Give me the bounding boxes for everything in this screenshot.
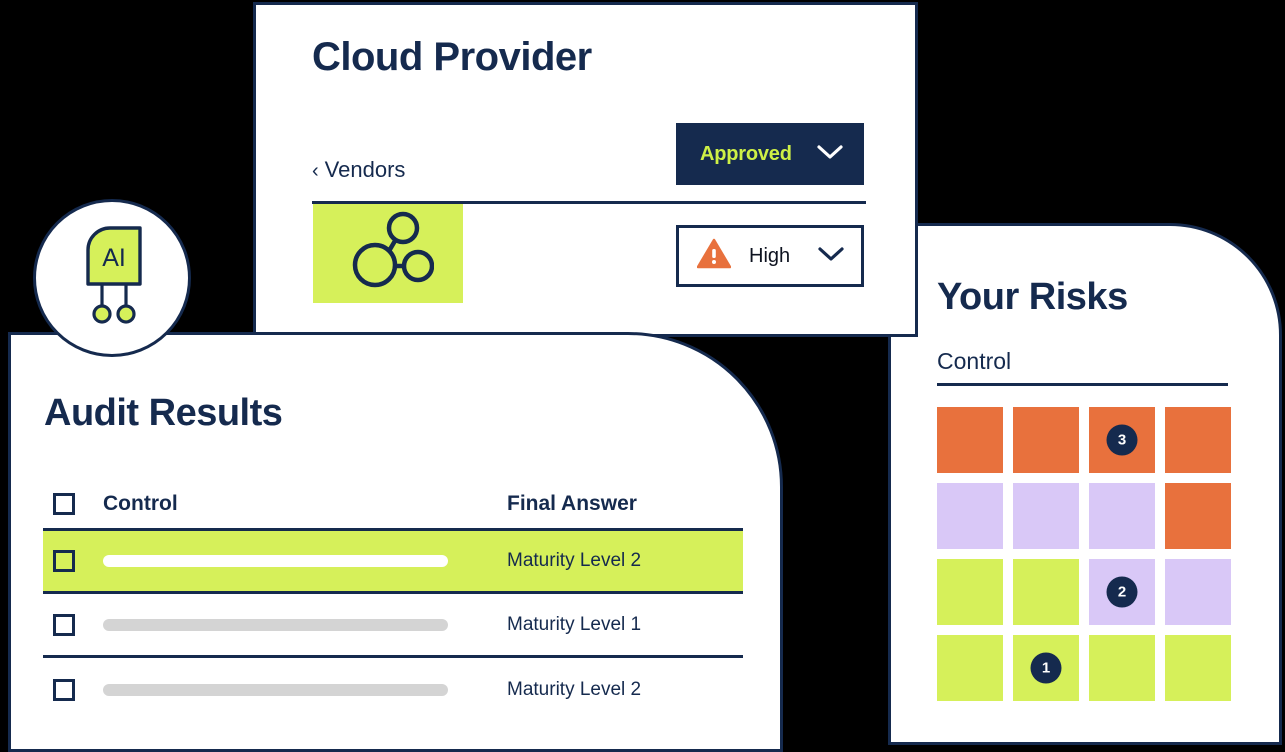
your-risks-divider (937, 383, 1228, 386)
risk-cell[interactable] (1013, 407, 1079, 473)
column-header-control: Control (103, 492, 178, 515)
risk-cell[interactable] (937, 407, 1003, 473)
risk-cell[interactable] (1165, 559, 1231, 625)
final-answer-cell: Maturity Level 1 (507, 613, 642, 635)
control-cell (103, 555, 507, 567)
table-row[interactable]: Maturity Level 1 (43, 594, 743, 658)
risk-cell[interactable] (1165, 635, 1231, 701)
row-checkbox[interactable] (53, 613, 75, 636)
severity-dropdown-high[interactable]: High (676, 225, 864, 287)
risk-heatmap-grid: 3 2 1 (937, 407, 1231, 701)
audit-results-title: Audit Results (44, 392, 283, 434)
chevron-down-icon (817, 245, 845, 268)
your-risks-card: Your Risks Control 3 2 1 (888, 223, 1282, 745)
risk-cell[interactable] (1013, 559, 1079, 625)
risk-cell[interactable]: 3 (1089, 407, 1155, 473)
redacted-control-bar (103, 618, 448, 631)
your-risks-subtitle: Control (937, 348, 1012, 374)
cloud-provider-card: Cloud Provider ‹ Vendors Approved High (253, 2, 918, 337)
row-checkbox[interactable] (53, 679, 75, 701)
final-answer-cell: Maturity Level 2 (507, 679, 642, 700)
row-checkbox[interactable] (53, 550, 75, 572)
network-nodes-icon (342, 210, 435, 297)
final-answer-cell: Maturity Level 2 (507, 550, 642, 571)
svg-text:AI: AI (102, 244, 126, 272)
chevron-left-icon: ‹ (312, 160, 319, 182)
your-risks-title: Your Risks (937, 276, 1128, 318)
table-header-row: Control Final Answer (43, 480, 743, 528)
severity-label: High (749, 244, 791, 267)
chevron-down-icon (816, 143, 844, 166)
ai-badge: AI (33, 199, 191, 357)
page-title: Cloud Provider (312, 35, 592, 79)
risk-cell-badge: 3 (1106, 424, 1138, 456)
ai-chip-icon: AI (64, 224, 160, 333)
risk-cell[interactable] (1013, 483, 1079, 549)
risk-cell[interactable] (1165, 407, 1231, 473)
control-cell (103, 684, 507, 696)
table-row[interactable]: Maturity Level 2 (43, 658, 743, 722)
page-background: Your Risks Control 3 2 1 Cloud Provider ‹ V… (0, 0, 1285, 752)
control-cell (103, 618, 507, 631)
risk-cell[interactable] (937, 483, 1003, 549)
audit-results-table: Control Final Answer Maturity Level 2 Mat… (43, 480, 743, 722)
risk-cell[interactable]: 1 (1013, 635, 1079, 701)
risk-cell[interactable] (1089, 483, 1155, 549)
risk-cell[interactable] (937, 635, 1003, 701)
table-row[interactable]: Maturity Level 2 (43, 528, 743, 594)
warning-triangle-icon (696, 238, 732, 274)
risk-cell[interactable] (1165, 483, 1231, 549)
column-header-final-answer: Final Answer (507, 492, 637, 515)
audit-results-card: Audit Results Control Final Answer Matur… (8, 332, 783, 752)
risk-cell-badge: 2 (1106, 576, 1138, 608)
risk-cell[interactable] (937, 559, 1003, 625)
status-dropdown-approved[interactable]: Approved (676, 123, 864, 185)
redacted-control-bar (103, 555, 448, 567)
select-all-checkbox[interactable] (53, 493, 75, 515)
risk-cell[interactable]: 2 (1089, 559, 1155, 625)
breadcrumb-vendors-link[interactable]: ‹ Vendors (312, 157, 405, 183)
redacted-control-bar (103, 684, 448, 696)
breadcrumb-label: Vendors (324, 157, 406, 182)
vendor-avatar-tile (313, 204, 463, 303)
risk-cell[interactable] (1089, 635, 1155, 701)
risk-cell-badge: 1 (1030, 652, 1062, 684)
status-label: Approved (700, 142, 792, 165)
